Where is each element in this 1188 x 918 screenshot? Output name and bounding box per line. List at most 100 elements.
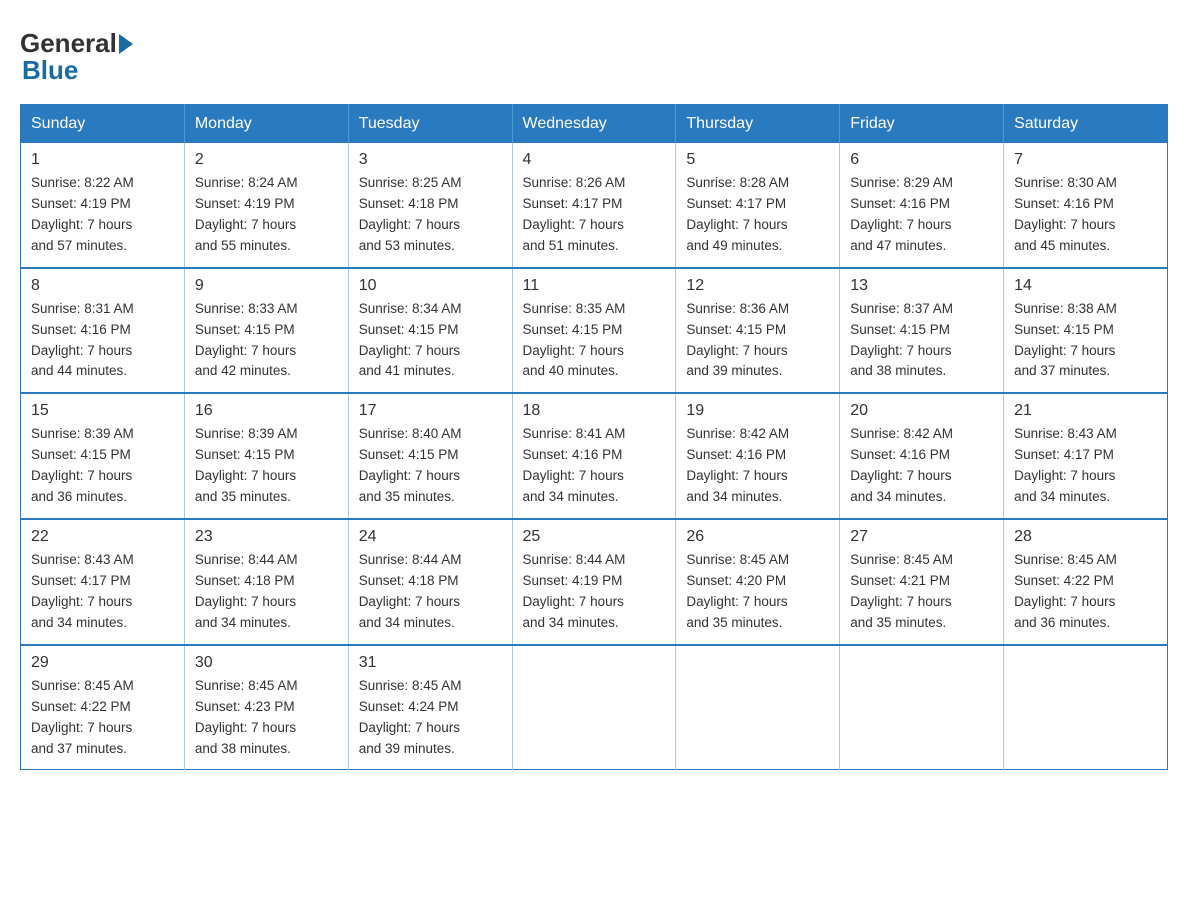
day-info: Sunrise: 8:43 AMSunset: 4:17 PMDaylight:… (31, 552, 134, 630)
day-number: 15 (31, 402, 174, 420)
calendar-cell: 21 Sunrise: 8:43 AMSunset: 4:17 PMDaylig… (1004, 393, 1168, 519)
weekday-header-monday: Monday (184, 105, 348, 144)
calendar-cell: 13 Sunrise: 8:37 AMSunset: 4:15 PMDaylig… (840, 268, 1004, 394)
day-number: 14 (1014, 277, 1157, 295)
weekday-header-row: SundayMondayTuesdayWednesdayThursdayFrid… (21, 105, 1168, 144)
calendar-cell: 14 Sunrise: 8:38 AMSunset: 4:15 PMDaylig… (1004, 268, 1168, 394)
calendar-week-row: 29 Sunrise: 8:45 AMSunset: 4:22 PMDaylig… (21, 645, 1168, 770)
day-number: 22 (31, 528, 174, 546)
day-info: Sunrise: 8:36 AMSunset: 4:15 PMDaylight:… (686, 301, 789, 379)
day-number: 10 (359, 277, 502, 295)
calendar-week-row: 8 Sunrise: 8:31 AMSunset: 4:16 PMDayligh… (21, 268, 1168, 394)
logo: General Blue (20, 20, 133, 86)
day-number: 9 (195, 277, 338, 295)
calendar-cell: 7 Sunrise: 8:30 AMSunset: 4:16 PMDayligh… (1004, 143, 1168, 268)
day-number: 7 (1014, 151, 1157, 169)
calendar-cell: 30 Sunrise: 8:45 AMSunset: 4:23 PMDaylig… (184, 645, 348, 770)
calendar-cell: 22 Sunrise: 8:43 AMSunset: 4:17 PMDaylig… (21, 519, 185, 645)
day-info: Sunrise: 8:44 AMSunset: 4:19 PMDaylight:… (523, 552, 626, 630)
calendar-cell: 4 Sunrise: 8:26 AMSunset: 4:17 PMDayligh… (512, 143, 676, 268)
day-info: Sunrise: 8:34 AMSunset: 4:15 PMDaylight:… (359, 301, 462, 379)
day-info: Sunrise: 8:44 AMSunset: 4:18 PMDaylight:… (359, 552, 462, 630)
day-number: 3 (359, 151, 502, 169)
day-number: 28 (1014, 528, 1157, 546)
day-info: Sunrise: 8:39 AMSunset: 4:15 PMDaylight:… (195, 426, 298, 504)
day-number: 19 (686, 402, 829, 420)
calendar-cell: 26 Sunrise: 8:45 AMSunset: 4:20 PMDaylig… (676, 519, 840, 645)
day-info: Sunrise: 8:40 AMSunset: 4:15 PMDaylight:… (359, 426, 462, 504)
calendar-cell: 20 Sunrise: 8:42 AMSunset: 4:16 PMDaylig… (840, 393, 1004, 519)
day-number: 11 (523, 277, 666, 295)
weekday-header-sunday: Sunday (21, 105, 185, 144)
day-info: Sunrise: 8:29 AMSunset: 4:16 PMDaylight:… (850, 175, 953, 253)
calendar-cell: 12 Sunrise: 8:36 AMSunset: 4:15 PMDaylig… (676, 268, 840, 394)
day-info: Sunrise: 8:33 AMSunset: 4:15 PMDaylight:… (195, 301, 298, 379)
weekday-header-saturday: Saturday (1004, 105, 1168, 144)
day-number: 6 (850, 151, 993, 169)
calendar-cell: 3 Sunrise: 8:25 AMSunset: 4:18 PMDayligh… (348, 143, 512, 268)
calendar-cell: 6 Sunrise: 8:29 AMSunset: 4:16 PMDayligh… (840, 143, 1004, 268)
day-number: 26 (686, 528, 829, 546)
day-number: 12 (686, 277, 829, 295)
calendar-cell (840, 645, 1004, 770)
calendar-cell: 23 Sunrise: 8:44 AMSunset: 4:18 PMDaylig… (184, 519, 348, 645)
day-info: Sunrise: 8:45 AMSunset: 4:20 PMDaylight:… (686, 552, 789, 630)
day-info: Sunrise: 8:37 AMSunset: 4:15 PMDaylight:… (850, 301, 953, 379)
day-info: Sunrise: 8:24 AMSunset: 4:19 PMDaylight:… (195, 175, 298, 253)
day-info: Sunrise: 8:45 AMSunset: 4:23 PMDaylight:… (195, 678, 298, 756)
day-info: Sunrise: 8:45 AMSunset: 4:21 PMDaylight:… (850, 552, 953, 630)
day-info: Sunrise: 8:39 AMSunset: 4:15 PMDaylight:… (31, 426, 134, 504)
day-number: 24 (359, 528, 502, 546)
weekday-header-thursday: Thursday (676, 105, 840, 144)
calendar-cell: 28 Sunrise: 8:45 AMSunset: 4:22 PMDaylig… (1004, 519, 1168, 645)
calendar-cell: 19 Sunrise: 8:42 AMSunset: 4:16 PMDaylig… (676, 393, 840, 519)
day-info: Sunrise: 8:22 AMSunset: 4:19 PMDaylight:… (31, 175, 134, 253)
day-number: 18 (523, 402, 666, 420)
day-number: 4 (523, 151, 666, 169)
calendar-table: SundayMondayTuesdayWednesdayThursdayFrid… (20, 104, 1168, 770)
calendar-cell: 9 Sunrise: 8:33 AMSunset: 4:15 PMDayligh… (184, 268, 348, 394)
day-info: Sunrise: 8:43 AMSunset: 4:17 PMDaylight:… (1014, 426, 1117, 504)
day-info: Sunrise: 8:45 AMSunset: 4:22 PMDaylight:… (1014, 552, 1117, 630)
day-info: Sunrise: 8:25 AMSunset: 4:18 PMDaylight:… (359, 175, 462, 253)
calendar-cell: 27 Sunrise: 8:45 AMSunset: 4:21 PMDaylig… (840, 519, 1004, 645)
day-number: 16 (195, 402, 338, 420)
calendar-cell: 17 Sunrise: 8:40 AMSunset: 4:15 PMDaylig… (348, 393, 512, 519)
day-number: 13 (850, 277, 993, 295)
weekday-header-tuesday: Tuesday (348, 105, 512, 144)
calendar-cell: 31 Sunrise: 8:45 AMSunset: 4:24 PMDaylig… (348, 645, 512, 770)
day-number: 27 (850, 528, 993, 546)
day-info: Sunrise: 8:31 AMSunset: 4:16 PMDaylight:… (31, 301, 134, 379)
day-number: 2 (195, 151, 338, 169)
day-info: Sunrise: 8:30 AMSunset: 4:16 PMDaylight:… (1014, 175, 1117, 253)
day-number: 25 (523, 528, 666, 546)
calendar-cell: 2 Sunrise: 8:24 AMSunset: 4:19 PMDayligh… (184, 143, 348, 268)
day-number: 21 (1014, 402, 1157, 420)
day-number: 23 (195, 528, 338, 546)
day-number: 5 (686, 151, 829, 169)
weekday-header-wednesday: Wednesday (512, 105, 676, 144)
calendar-cell: 8 Sunrise: 8:31 AMSunset: 4:16 PMDayligh… (21, 268, 185, 394)
day-number: 20 (850, 402, 993, 420)
day-info: Sunrise: 8:42 AMSunset: 4:16 PMDaylight:… (686, 426, 789, 504)
calendar-week-row: 1 Sunrise: 8:22 AMSunset: 4:19 PMDayligh… (21, 143, 1168, 268)
calendar-cell: 11 Sunrise: 8:35 AMSunset: 4:15 PMDaylig… (512, 268, 676, 394)
day-info: Sunrise: 8:35 AMSunset: 4:15 PMDaylight:… (523, 301, 626, 379)
day-number: 31 (359, 654, 502, 672)
calendar-cell: 18 Sunrise: 8:41 AMSunset: 4:16 PMDaylig… (512, 393, 676, 519)
calendar-week-row: 22 Sunrise: 8:43 AMSunset: 4:17 PMDaylig… (21, 519, 1168, 645)
logo-blue-text: Blue (22, 55, 78, 86)
calendar-week-row: 15 Sunrise: 8:39 AMSunset: 4:15 PMDaylig… (21, 393, 1168, 519)
day-info: Sunrise: 8:42 AMSunset: 4:16 PMDaylight:… (850, 426, 953, 504)
calendar-cell: 24 Sunrise: 8:44 AMSunset: 4:18 PMDaylig… (348, 519, 512, 645)
day-info: Sunrise: 8:44 AMSunset: 4:18 PMDaylight:… (195, 552, 298, 630)
day-number: 1 (31, 151, 174, 169)
calendar-cell: 29 Sunrise: 8:45 AMSunset: 4:22 PMDaylig… (21, 645, 185, 770)
page-header: General Blue (20, 20, 1168, 86)
day-info: Sunrise: 8:28 AMSunset: 4:17 PMDaylight:… (686, 175, 789, 253)
calendar-cell (676, 645, 840, 770)
day-info: Sunrise: 8:41 AMSunset: 4:16 PMDaylight:… (523, 426, 626, 504)
calendar-cell: 5 Sunrise: 8:28 AMSunset: 4:17 PMDayligh… (676, 143, 840, 268)
day-info: Sunrise: 8:45 AMSunset: 4:22 PMDaylight:… (31, 678, 134, 756)
day-info: Sunrise: 8:26 AMSunset: 4:17 PMDaylight:… (523, 175, 626, 253)
